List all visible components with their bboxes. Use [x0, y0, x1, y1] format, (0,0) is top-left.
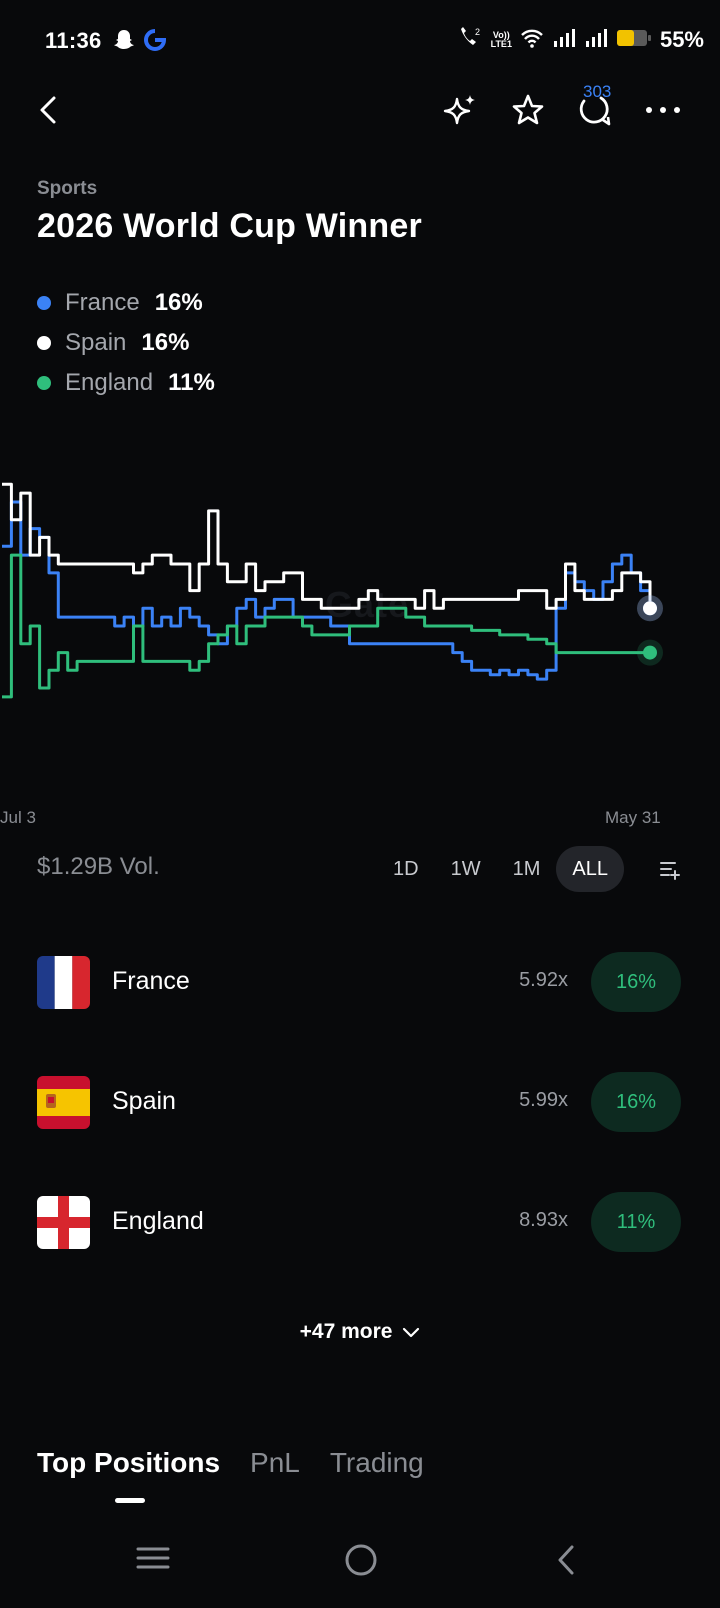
legend-dot-england [37, 376, 51, 390]
ai-insights-button[interactable] [440, 90, 480, 130]
wifi-icon [520, 28, 544, 53]
legend-dot-spain [37, 336, 51, 350]
star-icon [512, 94, 544, 125]
more-horizontal-icon [646, 107, 680, 113]
tab-top-positions[interactable]: Top Positions [37, 1447, 220, 1479]
volume-label: $1.29B Vol. [37, 853, 160, 880]
comments-button[interactable] [576, 90, 616, 130]
range-1w-button[interactable]: 1W [435, 846, 497, 892]
france-flag-icon [37, 956, 90, 1009]
volte-indicator: Vo)) LTE1 [490, 30, 512, 49]
snapchat-icon [114, 29, 134, 56]
list-add-icon [660, 862, 680, 880]
svg-text:2: 2 [475, 27, 480, 37]
chart-legend: France 16% Spain 16% England 11% [37, 283, 215, 403]
spain-flag-icon [37, 1076, 90, 1129]
x-axis-start-label: Jul 3 [0, 808, 36, 827]
wifi-calling-icon: 2 [457, 26, 483, 55]
outcome-name: England [112, 1207, 204, 1235]
outcome-name: Spain [112, 1087, 176, 1115]
legend-item-england: England 11% [37, 363, 215, 403]
chevron-down-icon [403, 1328, 420, 1338]
range-1d-button[interactable]: 1D [377, 846, 435, 892]
series-line-spain [2, 482, 652, 610]
outcome-buy-button[interactable]: 16% [591, 1072, 681, 1132]
battery-percent: 55% [659, 27, 704, 52]
status-time: 11:36 [45, 28, 102, 53]
positions-tabs: Top Positions PnL Trading [37, 1447, 424, 1479]
outcome-buy-button[interactable]: 16% [591, 952, 681, 1012]
outcome-multiplier: 8.93x [519, 1209, 568, 1231]
outcome-row-england[interactable]: England 8.93x 11% [0, 1192, 720, 1252]
legend-name: England [65, 369, 154, 396]
show-more-outcomes-button[interactable]: +47 more [0, 1320, 720, 1344]
series-end-point-england [643, 645, 657, 660]
market-category: Sports [37, 178, 98, 199]
show-more-label: +47 more [299, 1320, 393, 1343]
back-button[interactable] [30, 90, 66, 130]
system-navigation-bar [0, 1535, 720, 1597]
outcome-buy-button[interactable]: 11% [591, 1192, 681, 1252]
signal-icon-sim2 [584, 28, 608, 53]
home-button[interactable] [344, 1543, 378, 1582]
series-line-england [2, 553, 650, 699]
app-notification-icon [144, 29, 167, 56]
outcome-row-france[interactable]: France 5.92x 16% [0, 952, 720, 1012]
outcome-row-spain[interactable]: Spain 5.99x 16% [0, 1072, 720, 1132]
active-tab-indicator [115, 1498, 145, 1503]
home-circle-icon [345, 1544, 377, 1576]
chevron-left-icon [40, 96, 56, 124]
range-1m-button[interactable]: 1M [497, 846, 557, 892]
time-range-selector: 1D 1W 1M ALL [377, 846, 624, 892]
legend-dot-france [37, 296, 51, 310]
legend-name: France [65, 289, 140, 316]
market-title: 2026 World Cup Winner [37, 207, 422, 245]
legend-item-spain: Spain 16% [37, 323, 215, 363]
outcome-name: France [112, 967, 190, 995]
legend-percent: 11% [168, 369, 215, 396]
favorite-button[interactable] [508, 90, 548, 130]
outcome-multiplier: 5.99x [519, 1089, 568, 1111]
system-back-button[interactable] [554, 1543, 578, 1582]
x-axis-end-label: May 31 [605, 808, 661, 827]
tab-trading[interactable]: Trading [330, 1447, 424, 1479]
menu-icon [136, 1547, 170, 1569]
recent-apps-button[interactable] [136, 1543, 170, 1578]
comment-icon [579, 96, 611, 126]
legend-name: Spain [65, 329, 127, 356]
range-all-button[interactable]: ALL [556, 846, 624, 892]
outcome-multiplier: 5.92x [519, 969, 568, 991]
more-options-button[interactable] [643, 90, 683, 130]
sparkle-icon [443, 95, 475, 125]
series-end-point-spain [643, 601, 657, 616]
tab-pnl[interactable]: PnL [250, 1447, 300, 1479]
status-bar: 11:36 2 Vo)) LTE1 55% [0, 0, 720, 82]
back-chevron-icon [558, 1545, 574, 1575]
legend-item-france: France 16% [37, 283, 215, 323]
legend-percent: 16% [154, 289, 203, 316]
legend-percent: 16% [141, 329, 190, 356]
england-flag-icon [37, 1196, 90, 1249]
price-history-chart[interactable] [0, 440, 720, 770]
top-navigation: 303 [0, 82, 720, 144]
signal-icon-sim1 [552, 28, 576, 53]
chart-settings-button[interactable] [659, 858, 681, 885]
series-line-france [2, 500, 652, 681]
battery-icon [616, 28, 652, 53]
